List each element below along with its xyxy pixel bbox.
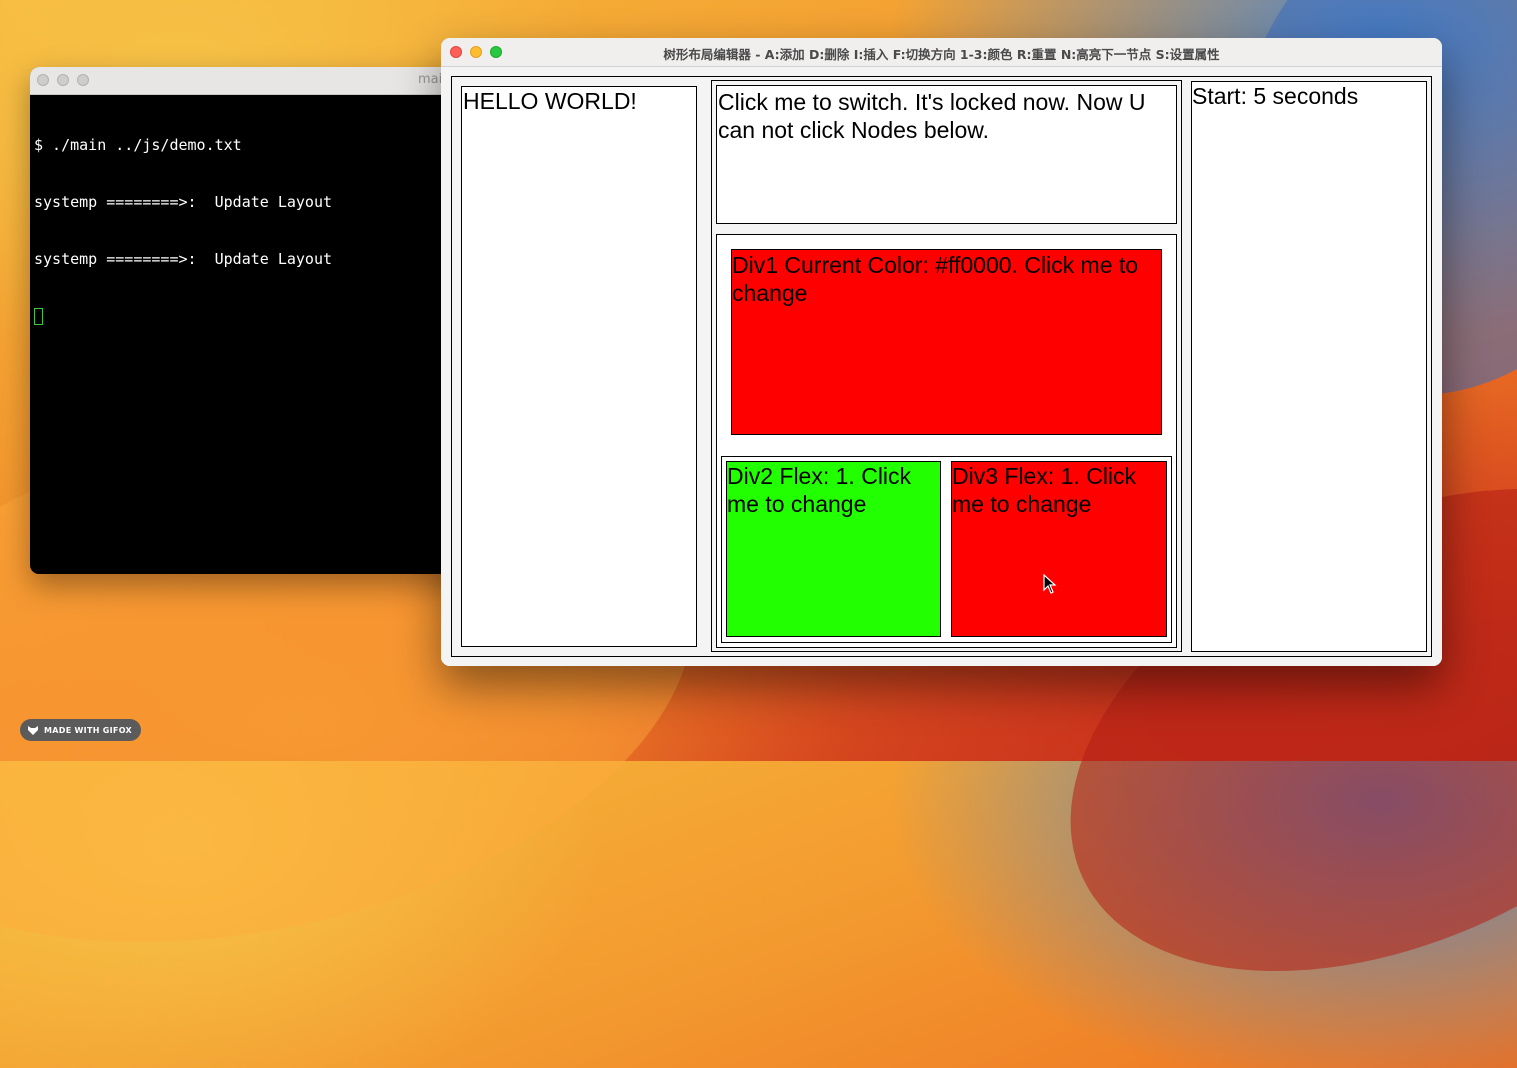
terminal-output[interactable]: $ ./main ../js/demo.txt systemp ========…: [30, 95, 500, 367]
div3-node[interactable]: Div3 Flex: 1. Click me to change: [951, 461, 1167, 637]
gifox-watermark: MADE WITH GIFOX: [20, 719, 141, 741]
app-titlebar[interactable]: 树形布局编辑器 - A:添加 D:删除 I:插入 F:切换方向 1-3:颜色 R…: [441, 38, 1442, 67]
div1-node[interactable]: Div1 Current Color: #ff0000. Click me to…: [731, 249, 1162, 435]
window-title: 树形布局编辑器 - A:添加 D:删除 I:插入 F:切换方向 1-3:颜色 R…: [663, 47, 1220, 62]
terminal-titlebar[interactable]: main: [30, 67, 500, 95]
minimize-icon[interactable]: [57, 74, 69, 86]
left-node[interactable]: HELLO WORLD!: [461, 86, 697, 647]
right-node[interactable]: Start: 5 seconds: [1191, 81, 1427, 652]
terminal-line: systemp ========>: Update Layout: [34, 193, 333, 211]
div3-text: Div3 Flex: 1. Click me to change: [952, 463, 1137, 517]
terminal-window[interactable]: main $ ./main ../js/demo.txt systemp ===…: [30, 67, 500, 574]
fox-icon: [28, 725, 38, 735]
maximize-icon[interactable]: [77, 74, 89, 86]
terminal-line: systemp ========>: Update Layout: [34, 250, 333, 268]
mouse-pointer-icon: [1043, 574, 1057, 594]
tree-layout-editor-window[interactable]: 树形布局编辑器 - A:添加 D:删除 I:插入 F:切换方向 1-3:颜色 R…: [441, 38, 1442, 666]
lock-switch-text: Click me to switch. It's locked now. Now…: [718, 89, 1146, 143]
lock-switch-node[interactable]: Click me to switch. It's locked now. Now…: [716, 85, 1177, 224]
div2-node[interactable]: Div2 Flex: 1. Click me to change: [726, 461, 941, 637]
right-node-text: Start: 5 seconds: [1192, 83, 1359, 109]
terminal-line: $ ./main ../js/demo.txt: [34, 136, 242, 154]
watermark-text: MADE WITH GIFOX: [44, 725, 132, 735]
div1-text: Div1 Current Color: #ff0000. Click me to…: [732, 252, 1139, 306]
terminal-cursor: [34, 308, 43, 325]
close-icon[interactable]: [37, 74, 49, 86]
left-node-text: HELLO WORLD!: [463, 88, 637, 114]
div2-text: Div2 Flex: 1. Click me to change: [727, 463, 912, 517]
layout-canvas: HELLO WORLD! Click me to switch. It's lo…: [441, 67, 1442, 666]
